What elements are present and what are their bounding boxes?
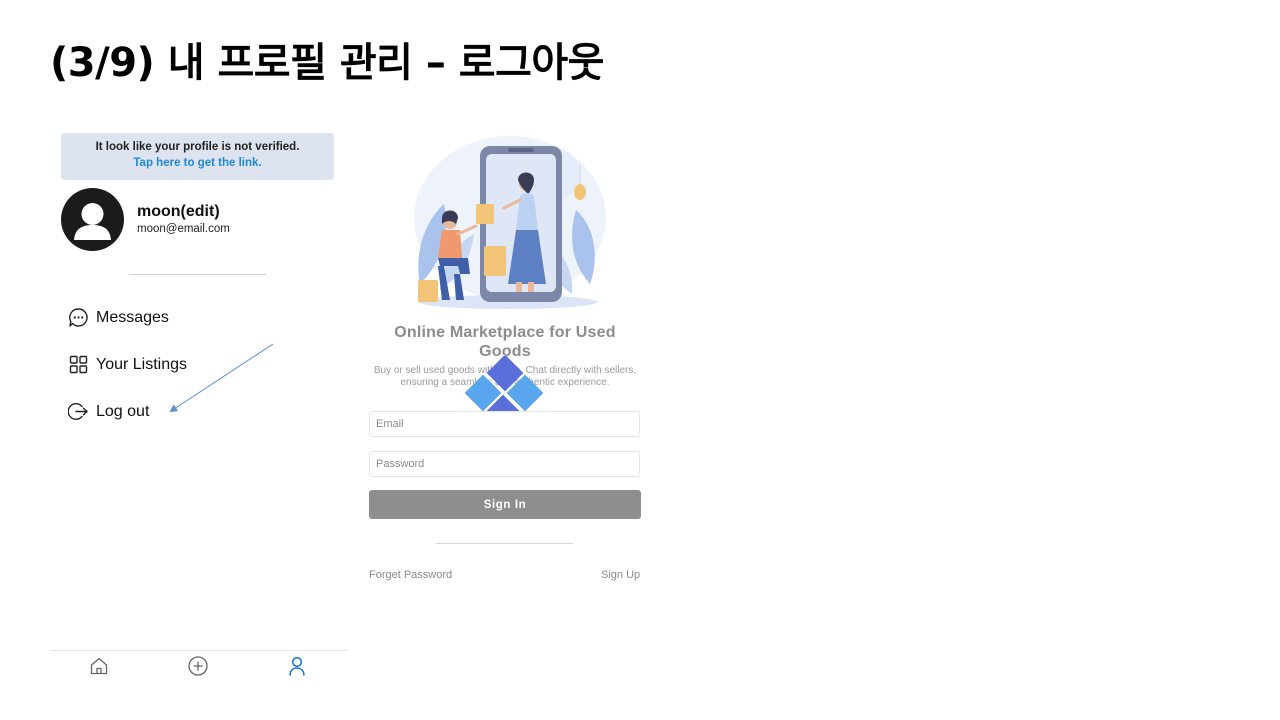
forget-password-link[interactable]: Forget Password <box>369 569 452 581</box>
divider <box>436 543 573 544</box>
profile-icon <box>289 656 305 676</box>
password-field[interactable] <box>369 451 640 477</box>
tab-add[interactable] <box>187 655 209 677</box>
tabbar-divider <box>50 650 347 651</box>
add-circle-icon <box>188 656 208 676</box>
home-icon <box>90 657 108 675</box>
sign-in-button[interactable]: Sign In <box>369 490 641 519</box>
sign-up-link[interactable]: Sign Up <box>601 569 640 581</box>
annotation-arrow <box>169 343 274 413</box>
email-field[interactable] <box>369 411 640 437</box>
shopping-illustration <box>414 136 606 309</box>
tab-profile[interactable] <box>286 655 308 677</box>
tab-home[interactable] <box>88 655 110 677</box>
